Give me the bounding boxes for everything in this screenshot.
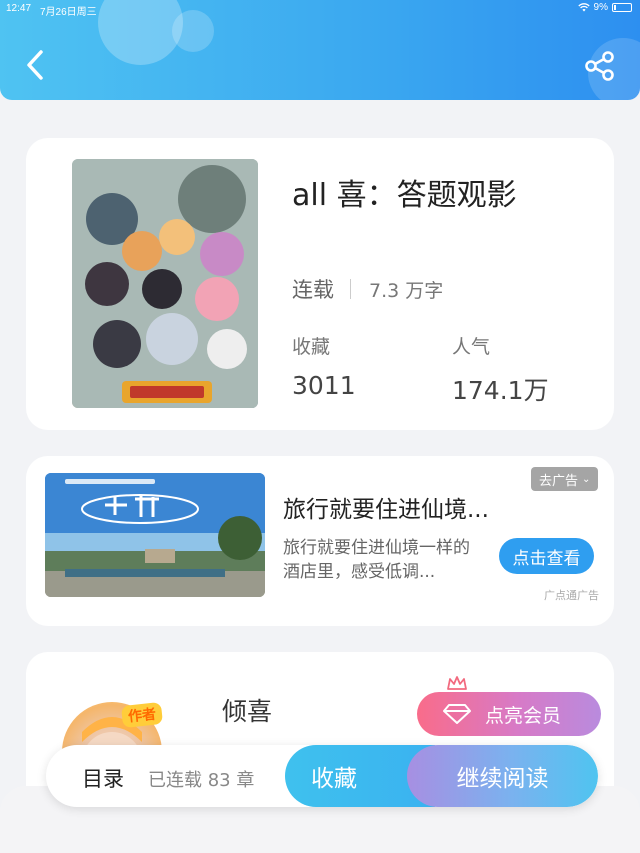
status-indicators: 9%	[577, 2, 632, 13]
book-meta: 连载 7.3 万字	[292, 274, 443, 304]
ad-source-label: 广点通广告	[544, 589, 599, 602]
favorites-label: 收藏	[292, 336, 331, 358]
ad-view-button[interactable]: 点击查看	[499, 538, 594, 574]
author-badge: 作者	[120, 701, 164, 729]
serial-status: 连载	[292, 278, 334, 302]
chevron-left-icon	[27, 50, 43, 80]
battery-icon	[612, 3, 632, 12]
decorative-bubble	[172, 10, 214, 52]
book-title: all 喜：答题观影	[292, 178, 517, 213]
ad-image[interactable]	[45, 473, 265, 597]
table-of-contents-button[interactable]: 目录	[82, 763, 124, 793]
chapter-count: 已连载 83 章	[148, 770, 255, 791]
continue-reading-label: 继续阅读	[456, 766, 549, 792]
status-date: 7月26日周三	[40, 7, 97, 18]
ad-card[interactable]: 旅行就要住进仙境... 旅行就要住进仙境一样的酒店里，感受低调... 去广告 ⌄…	[26, 456, 614, 626]
diamond-icon	[443, 704, 471, 724]
vip-label: 点亮会员	[485, 704, 562, 727]
top-header: 12:47 7月26日周三 9%	[0, 0, 640, 100]
book-info-card: all 喜：答题观影 连载 7.3 万字 收藏 3011 人气 174.1万	[26, 138, 614, 430]
back-button[interactable]	[22, 48, 50, 82]
chevron-down-icon: ⌄	[582, 473, 591, 485]
continue-reading-button[interactable]: 继续阅读	[407, 745, 598, 807]
status-time: 12:47	[6, 3, 32, 14]
book-cover[interactable]	[72, 159, 258, 408]
ad-description: 旅行就要住进仙境一样的酒店里，感受低调...	[283, 538, 470, 582]
bottom-action-bar: 目录 已连载 83 章 收藏 继续阅读	[46, 745, 598, 807]
popularity-value: 174.1万	[452, 376, 549, 405]
word-count: 7.3 万字	[369, 279, 444, 302]
wifi-icon	[577, 3, 590, 12]
ad-image-illustration	[45, 473, 265, 597]
share-button[interactable]	[584, 50, 616, 82]
popularity-stat: 人气 174.1万	[452, 332, 549, 407]
favorites-value: 3011	[292, 371, 356, 400]
activate-vip-button[interactable]: 点亮会员	[417, 692, 601, 736]
book-cover-illustration	[72, 159, 258, 408]
status-bar: 12:47 7月26日周三 9%	[0, 0, 640, 18]
author-name: 倾喜	[222, 697, 273, 726]
favorites-stat: 收藏 3011	[292, 332, 356, 400]
popularity-label: 人气	[452, 336, 491, 358]
ad-title: 旅行就要住进仙境...	[283, 497, 489, 523]
meta-divider	[350, 279, 351, 299]
favorite-label: 收藏	[311, 766, 357, 792]
share-icon	[585, 51, 614, 81]
crown-icon	[447, 676, 467, 690]
remove-ad-label: 去广告	[539, 473, 579, 489]
battery-percent: 9%	[593, 2, 608, 13]
remove-ad-button[interactable]: 去广告 ⌄	[531, 467, 599, 491]
